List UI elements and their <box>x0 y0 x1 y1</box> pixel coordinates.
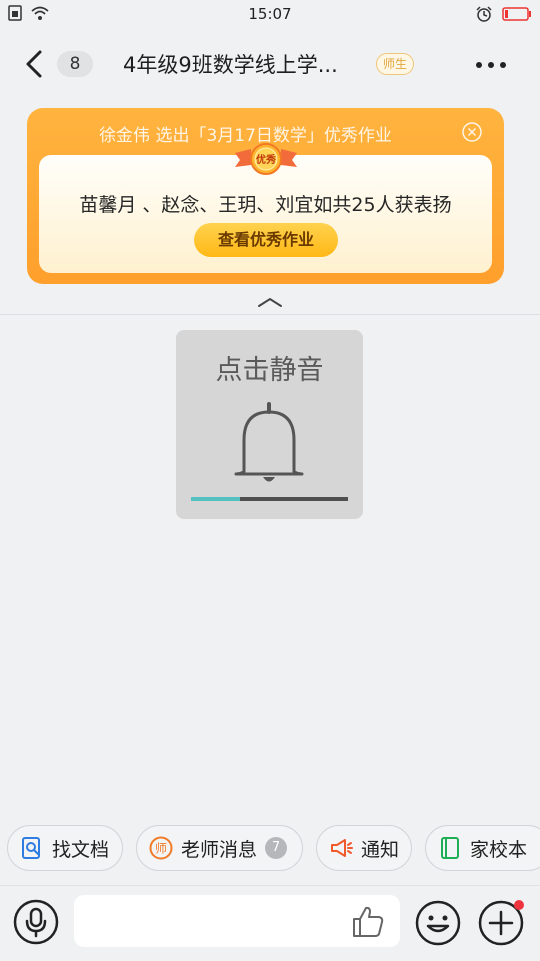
chip-label: 通知 <box>361 838 400 861</box>
message-input-bar <box>0 885 540 961</box>
volume-bar[interactable] <box>191 497 348 501</box>
teacher-messages-chip[interactable]: 师 老师消息 7 <box>136 825 303 871</box>
view-excellent-homework-button[interactable]: 查看优秀作业 <box>194 223 338 257</box>
chat-title: 4年级9班数学线上学... <box>123 53 338 77</box>
divider <box>0 314 540 315</box>
clock: 15:07 <box>248 5 292 23</box>
mute-toast-title: 点击静音 <box>215 355 324 386</box>
teacher-icon: 师 <box>149 836 173 860</box>
doc-search-icon <box>22 837 40 859</box>
chat-header: 8 4年级9班数学线上学... 师生 <box>0 36 540 92</box>
home-school-book-chip[interactable]: 家校本 <box>425 825 540 871</box>
emoji-icon[interactable] <box>414 899 462 947</box>
back-button[interactable] <box>18 46 52 82</box>
award-recipients-text: 苗馨月 、赵念、王玥、刘宜如共25人获表扬 <box>79 194 452 216</box>
chip-label: 找文档 <box>52 838 110 861</box>
chip-label: 老师消息 <box>181 838 258 861</box>
award-ribbon: 优秀 <box>235 143 297 179</box>
alarm-icon <box>476 6 492 22</box>
award-badge-label: 优秀 <box>256 155 276 166</box>
more-dot-icon <box>476 62 482 68</box>
microphone-icon[interactable] <box>13 899 59 945</box>
thumbs-up-icon[interactable] <box>350 904 386 940</box>
more-dot-icon <box>488 62 494 68</box>
close-icon[interactable] <box>462 122 482 142</box>
banner-card: 优秀 苗馨月 、赵念、王玥、刘宜如共25人获表扬 查看优秀作业 <box>39 143 492 273</box>
notebook-icon <box>441 837 459 859</box>
battery-icon <box>502 7 531 21</box>
unread-count-badge[interactable]: 8 <box>57 51 93 77</box>
excellent-homework-banner: 徐金伟 选出「3月17日数学」优秀作业 优秀 苗馨月 、赵念、王玥、刘宜如共25… <box>27 108 504 284</box>
find-document-chip[interactable]: 找文档 <box>7 825 123 871</box>
status-bar: 15:07 <box>0 0 540 30</box>
more-dot-icon <box>500 62 506 68</box>
chevron-up-icon[interactable] <box>255 294 285 310</box>
megaphone-icon <box>331 839 353 857</box>
mute-toast[interactable]: 点击静音 <box>176 330 363 519</box>
teacher-messages-count-badge: 7 <box>265 837 288 859</box>
bell-icon <box>234 402 304 482</box>
volume-fill <box>191 497 240 501</box>
status-right <box>476 6 532 22</box>
chip-label: 家校本 <box>470 838 528 861</box>
quick-actions-bar: 找文档 师 老师消息 7 通知 家校本 <box>0 825 540 875</box>
notice-chip[interactable]: 通知 <box>316 825 412 871</box>
notification-dot <box>514 900 524 910</box>
svg-text:师: 师 <box>155 842 167 856</box>
more-options-button[interactable] <box>476 58 516 72</box>
role-tag: 师生 <box>376 53 415 75</box>
